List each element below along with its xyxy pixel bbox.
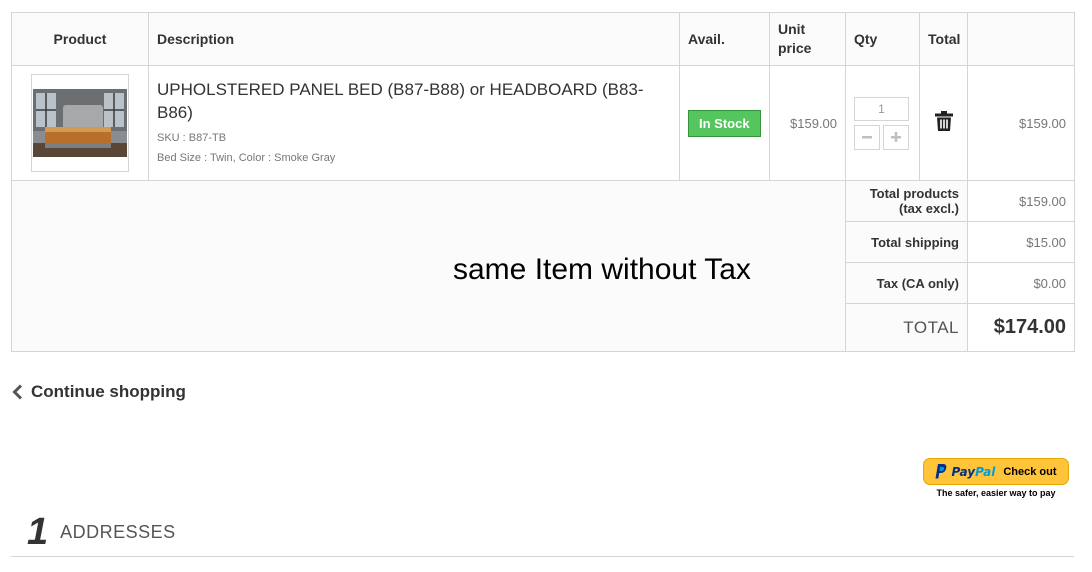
minus-icon (862, 136, 872, 139)
product-image-cell (11, 65, 149, 181)
column-header-description: Description (148, 12, 680, 66)
product-name-link[interactable]: UPHOLSTERED PANEL BED (B87-B88) or HEADB… (157, 78, 671, 124)
product-thumbnail[interactable] (31, 74, 129, 172)
continue-shopping-label: Continue shopping (31, 382, 186, 401)
paypal-logo: PayPal (951, 465, 995, 479)
in-stock-badge: In Stock (688, 109, 761, 137)
plus-icon (891, 132, 901, 142)
total-shipping-value: $15.00 (967, 221, 1075, 263)
column-header-qty: Qty (845, 12, 920, 66)
paypal-checkout-label: Check out (1003, 465, 1057, 478)
delete-cell (919, 65, 968, 181)
quantity-input[interactable]: 1 (854, 96, 909, 121)
line-total: $159.00 (967, 65, 1075, 181)
paypal-logo-pal: Pal (975, 464, 996, 479)
chevron-left-icon (12, 384, 23, 400)
annotation-text: same Item without Tax (453, 253, 751, 286)
total-products-label: Total products (tax excl.) (845, 180, 968, 222)
bed-product-photo (33, 89, 127, 157)
availability-cell: In Stock (679, 65, 770, 181)
step-number: 1 (27, 510, 49, 553)
quantity-stepper (854, 124, 911, 150)
column-header-avail: Avail. (679, 12, 770, 66)
continue-shopping-link[interactable]: Continue shopping (12, 382, 186, 402)
product-description-cell: UPHOLSTERED PANEL BED (B87-B88) or HEADB… (148, 65, 680, 181)
paypal-logo-pay: Pay (951, 464, 976, 479)
column-header-total: Total (919, 12, 968, 66)
product-attributes: Bed Size : Twin, Color : Smoke Gray (157, 152, 336, 164)
increase-quantity-button[interactable] (883, 124, 909, 150)
paypal-p-icon (935, 464, 947, 479)
summary-row-products: same Item without Tax Total products (ta… (11, 180, 1075, 352)
grand-total-value: $174.00 (967, 303, 1075, 352)
paypal-tagline: The safer, easier way to pay (936, 488, 1056, 498)
addresses-step[interactable]: 1 ADDRESSES (11, 508, 1074, 557)
tax-value: $0.00 (967, 262, 1075, 304)
cart-table: Product Description Avail. Unit price Qt… (11, 12, 1075, 352)
tax-label: Tax (CA only) (845, 262, 968, 304)
cart-header-row: Product Description Avail. Unit price Qt… (11, 12, 1075, 66)
total-shipping-label: Total shipping (845, 221, 968, 263)
paypal-checkout-button[interactable]: PayPal Check out (923, 458, 1069, 485)
summary-blank-area: same Item without Tax (11, 180, 846, 352)
column-header-product: Product (11, 12, 149, 66)
unit-price: $159.00 (769, 65, 846, 181)
product-sku: SKU : B87-TB (157, 132, 227, 144)
step-title: ADDRESSES (60, 521, 176, 542)
paypal-checkout: PayPal Check out The safer, easier way t… (923, 458, 1069, 498)
column-header-unit-price: Unit price (769, 12, 846, 66)
table-row: UPHOLSTERED PANEL BED (B87-B88) or HEADB… (11, 65, 1075, 181)
trash-icon[interactable] (934, 110, 953, 131)
column-header-empty (967, 12, 1075, 66)
grand-total-label: TOTAL (845, 303, 968, 352)
quantity-cell: 1 (845, 65, 920, 181)
total-products-value: $159.00 (967, 180, 1075, 222)
decrease-quantity-button[interactable] (854, 124, 880, 150)
